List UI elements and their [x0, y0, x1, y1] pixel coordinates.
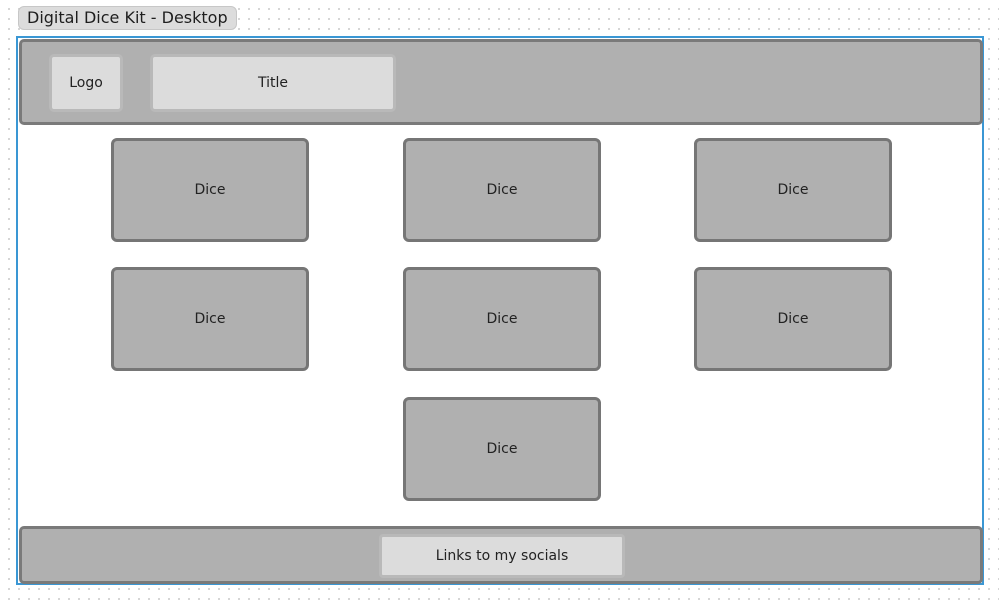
desktop-frame: Logo Title Dice Dice Dice Dice Dice Dice… — [16, 36, 984, 585]
header-bar: Logo Title — [19, 39, 983, 125]
logo-placeholder[interactable]: Logo — [49, 54, 123, 112]
dice-button[interactable]: Dice — [694, 267, 892, 371]
dice-button[interactable]: Dice — [111, 267, 309, 371]
socials-links-button[interactable]: Links to my socials — [379, 534, 625, 578]
dice-button[interactable]: Dice — [111, 138, 309, 242]
dice-button[interactable]: Dice — [694, 138, 892, 242]
dice-button[interactable]: Dice — [403, 397, 601, 501]
footer-bar: Links to my socials — [19, 526, 983, 584]
dice-button[interactable]: Dice — [403, 138, 601, 242]
title-placeholder: Title — [150, 54, 396, 112]
dice-button[interactable]: Dice — [403, 267, 601, 371]
frame-label[interactable]: Digital Dice Kit - Desktop — [18, 6, 237, 30]
